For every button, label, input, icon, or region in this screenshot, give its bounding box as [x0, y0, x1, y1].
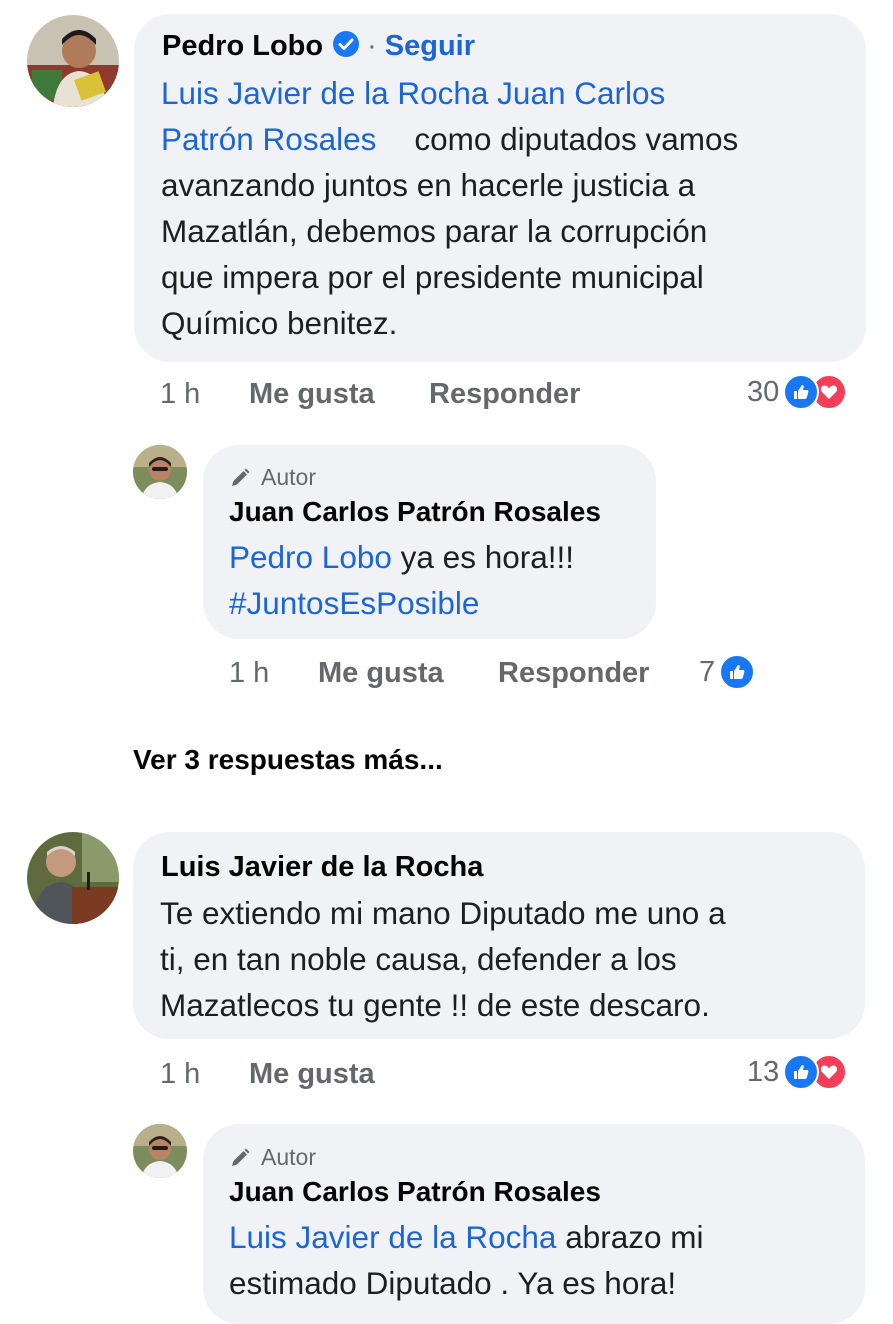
avatar-pedro-lobo[interactable] [27, 15, 119, 107]
reaction-count: 30 [747, 375, 780, 408]
comment-bubble-pedro-lobo: Pedro Lobo · Seguir Luis Javier de la Ro… [134, 14, 866, 362]
reply-button[interactable]: Responder [429, 378, 580, 411]
author-badge: Autor [261, 464, 316, 490]
reply-text: estimado Diputado . Ya es hora! [229, 1265, 677, 1301]
comment-text: avanzando juntos en hacerle justicia a [161, 167, 696, 203]
comment-text: Químico benitez. [161, 305, 398, 341]
comment-text: ti, en tan noble causa, defender a los [160, 941, 677, 977]
comment-text: Te extiendo mi mano Diputado me uno a [160, 895, 726, 931]
commenter-name[interactable]: Luis Javier de la Rocha [161, 851, 483, 884]
avatar-luis-javier[interactable] [27, 832, 119, 924]
verified-badge-icon [333, 30, 360, 57]
reaction-count: 13 [747, 1055, 780, 1088]
commenter-name[interactable]: Pedro Lobo [162, 30, 323, 63]
reaction-count: 7 [699, 655, 716, 688]
reply-text: ya es hora!!! [400, 539, 574, 575]
comment-actions: 1 h Me gusta Responder [160, 378, 680, 414]
reply-text: abrazo mi [565, 1219, 704, 1255]
reply-actions: 1 h Me gusta Responder [229, 657, 679, 693]
timestamp[interactable]: 1 h [160, 1058, 200, 1091]
comment-actions: 1 h Me gusta [160, 1058, 460, 1094]
mention-link[interactable]: Pedro Lobo [229, 539, 392, 575]
reply-bubble-juan-carlos: Autor Juan Carlos Patrón Rosales Pedro L… [203, 445, 656, 639]
reply-button[interactable]: Responder [498, 657, 649, 690]
follow-button[interactable]: Seguir [385, 30, 475, 63]
timestamp[interactable]: 1 h [229, 657, 269, 690]
timestamp[interactable]: 1 h [160, 378, 200, 411]
view-more-replies-link[interactable]: Ver 3 respuestas más... [133, 744, 443, 776]
like-reaction-icon [719, 654, 756, 690]
reaction-summary[interactable]: 30 [747, 374, 848, 410]
replier-name[interactable]: Juan Carlos Patrón Rosales [229, 496, 601, 528]
avatar-juan-carlos[interactable] [133, 1124, 187, 1178]
comment-text: que impera por el presidente municipal [161, 259, 704, 295]
hashtag-link[interactable]: #JuntosEsPosible [229, 580, 574, 626]
replier-name[interactable]: Juan Carlos Patrón Rosales [229, 1176, 601, 1208]
mention-link[interactable]: Luis Javier de la Rocha Juan Carlos [161, 75, 665, 111]
comment-text: como diputados vamos [414, 121, 739, 157]
mention-link[interactable]: Luis Javier de la Rocha [229, 1219, 556, 1255]
like-reaction-icon [783, 374, 820, 410]
like-button[interactable]: Me gusta [318, 657, 444, 690]
like-button[interactable]: Me gusta [249, 1058, 375, 1091]
author-badge: Autor [261, 1144, 316, 1170]
comment-text: Mazatlecos tu gente !! de este descaro. [160, 987, 710, 1023]
like-button[interactable]: Me gusta [249, 378, 375, 411]
reply-bubble-juan-carlos: Autor Juan Carlos Patrón Rosales Luis Ja… [203, 1124, 865, 1324]
avatar-juan-carlos[interactable] [133, 445, 187, 499]
mention-link[interactable]: Patrón Rosales [161, 121, 376, 157]
comment-bubble-luis-javier: Luis Javier de la Rocha Te extiendo mi m… [133, 832, 865, 1039]
pencil-icon [229, 1147, 251, 1169]
pencil-icon [229, 467, 251, 489]
like-reaction-icon [783, 1054, 820, 1090]
comment-text: Mazatlán, debemos parar la corrupción [161, 213, 708, 249]
reaction-summary[interactable]: 13 [747, 1054, 848, 1090]
reaction-summary[interactable]: 7 [699, 654, 756, 690]
separator-dot: · [367, 30, 377, 62]
